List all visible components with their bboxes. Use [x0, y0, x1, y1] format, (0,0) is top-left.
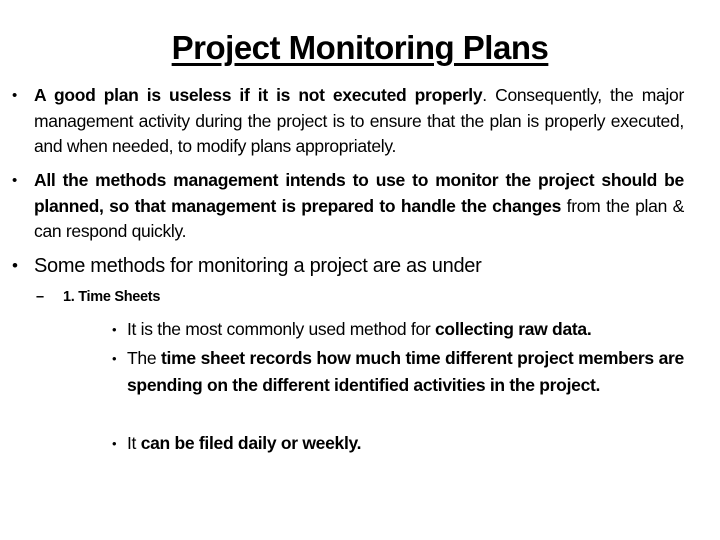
sub-bullet-bold-text: collecting raw data. — [435, 319, 592, 339]
sub-bullet-text: The — [127, 348, 162, 368]
bullet-icon: • — [112, 351, 117, 366]
sub-bullet-text: It — [127, 433, 141, 453]
bullet-icon: • — [12, 256, 18, 275]
bullet-item-methods-planned: • All the methods management intends to … — [12, 168, 684, 245]
sub-bullet-text: It is the most commonly used method for — [127, 319, 435, 339]
bullet-icon: • — [12, 172, 17, 189]
bullet-icon: • — [12, 87, 17, 104]
sub-item-text: 1. Time Sheets — [63, 289, 161, 305]
bullet-item-monitoring-methods: • Some methods for monitoring a project … — [12, 252, 684, 280]
bullet-bold-text: A good plan is useless if it is not exec… — [34, 85, 483, 105]
sub-bullet-filing-frequency: • It can be filed daily or weekly. — [112, 430, 684, 457]
sub-bullet-bold-text: time sheet records how much time differe… — [127, 348, 684, 395]
bullet-icon: • — [112, 322, 117, 337]
slide-title: Project Monitoring Plans — [171, 29, 549, 66]
sub-item-time-sheets: – 1. Time Sheets — [36, 286, 663, 308]
bullet-icon: • — [112, 436, 117, 451]
sub-bullet-bold-text: can be filed daily or weekly. — [140, 433, 362, 453]
sub-bullet-time-sheet-records: • The time sheet records how much time d… — [112, 345, 684, 399]
sub-bullet-raw-data: • It is the most commonly used method fo… — [112, 316, 684, 343]
dash-icon: – — [36, 289, 44, 305]
bullet-item-good-plan: • A good plan is useless if it is not ex… — [12, 83, 684, 160]
bullet-text: Some methods for monitoring a project ar… — [34, 255, 482, 277]
